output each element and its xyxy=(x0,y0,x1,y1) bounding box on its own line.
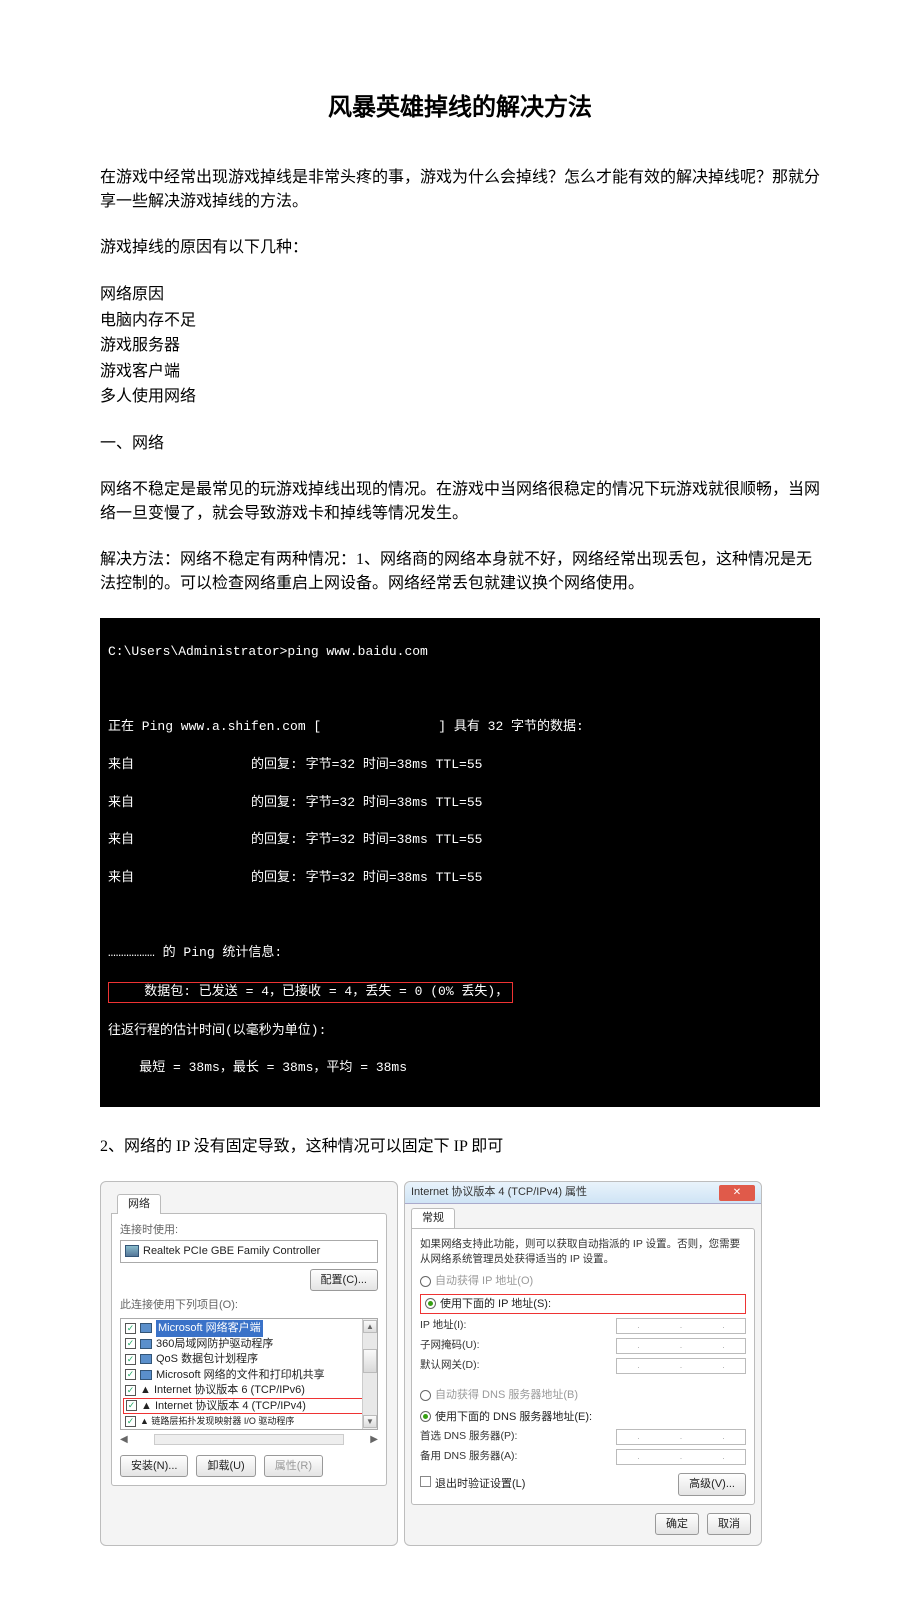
checkbox-icon[interactable]: ✓ xyxy=(125,1338,136,1349)
configure-button[interactable]: 配置(C)... xyxy=(310,1269,378,1292)
reason-item: 多人使用网络 xyxy=(100,384,820,410)
adapter-field: Realtek PCIe GBE Family Controller xyxy=(120,1240,378,1263)
list-item[interactable]: ✓▲ Internet 协议版本 6 (TCP/IPv6) xyxy=(125,1383,373,1399)
dialog-title: Internet 协议版本 4 (TCP/IPv4) 属性 xyxy=(411,1184,587,1201)
checkbox-icon[interactable]: ✓ xyxy=(125,1385,136,1396)
component-icon xyxy=(140,1354,152,1364)
reasons-list: 网络原因 电脑内存不足 游戏服务器 游戏客户端 多人使用网络 xyxy=(100,282,820,410)
install-button[interactable]: 安装(N)... xyxy=(120,1455,188,1478)
reason-item: 游戏客户端 xyxy=(100,359,820,385)
section-1-p1: 网络不稳定是最常见的玩游戏掉线出现的情况。在游戏中当网络很稳定的情况下玩游戏就很… xyxy=(100,478,820,526)
ip-address-input[interactable]: ... xyxy=(616,1318,746,1334)
dns2-label: 备用 DNS 服务器(A): xyxy=(420,1449,517,1465)
scroll-down-icon[interactable]: ▼ xyxy=(363,1415,377,1428)
scrollbar[interactable]: ▲ ▼ xyxy=(362,1319,377,1429)
tab-network[interactable]: 网络 xyxy=(117,1194,161,1214)
cmd-output: 来自 的回复: 字节=32 时间=38ms TTL=55 xyxy=(108,869,812,888)
cmd-output: 来自 的回复: 字节=32 时间=38ms TTL=55 xyxy=(108,794,812,813)
list-item[interactable]: ✓Microsoft 网络客户端 xyxy=(125,1321,373,1337)
radio-use-dns[interactable]: 使用下面的 DNS 服务器地址(E): xyxy=(420,1409,746,1426)
cmd-output: 正在 Ping www.a.shifen.com [ ] 具有 32 字节的数据… xyxy=(108,718,812,737)
page-title: 风暴英雄掉线的解决方法 xyxy=(100,90,820,126)
component-icon xyxy=(140,1339,152,1349)
properties-button[interactable]: 属性(R) xyxy=(264,1455,323,1478)
cmd-stats-header: ……………… 的 Ping 统计信息: xyxy=(108,944,812,963)
reason-item: 电脑内存不足 xyxy=(100,308,820,334)
radio-use-ip-highlighted[interactable]: 使用下面的 IP 地址(S): xyxy=(420,1294,746,1315)
checkbox-icon[interactable]: ✓ xyxy=(126,1400,137,1411)
radio-auto-dns[interactable]: 自动获得 DNS 服务器地址(B) xyxy=(420,1379,746,1404)
intro-paragraph: 在游戏中经常出现游戏掉线是非常头疼的事，游戏为什么会掉线？怎么才能有效的解决掉线… xyxy=(100,166,820,214)
cmd-rtt: 最短 = 38ms，最长 = 38ms，平均 = 38ms xyxy=(108,1059,812,1078)
radio-icon[interactable] xyxy=(420,1390,431,1401)
list-item[interactable]: ✓Microsoft 网络的文件和打印机共享 xyxy=(125,1367,373,1383)
components-listbox[interactable]: ✓Microsoft 网络客户端 ✓360局域网防护驱动程序 ✓QoS 数据包计… xyxy=(120,1318,378,1430)
scroll-left-icon[interactable]: ◀ xyxy=(120,1432,128,1447)
list-item[interactable]: ✓360局域网防护驱动程序 xyxy=(125,1336,373,1352)
component-icon xyxy=(140,1370,152,1380)
cmd-rtt: 往返行程的估计时间(以毫秒为单位): xyxy=(108,1022,812,1041)
subnet-label: 子网掩码(U): xyxy=(420,1338,480,1354)
dns1-input[interactable]: ... xyxy=(616,1429,746,1445)
reasons-label: 游戏掉线的原因有以下几种： xyxy=(100,236,820,260)
close-button[interactable]: ✕ xyxy=(719,1185,755,1201)
dns1-label: 首选 DNS 服务器(P): xyxy=(420,1429,517,1445)
gateway-label: 默认网关(D): xyxy=(420,1358,480,1374)
scroll-up-icon[interactable]: ▲ xyxy=(363,1320,377,1333)
checkbox-icon[interactable]: ✓ xyxy=(125,1369,136,1380)
cancel-button[interactable]: 取消 xyxy=(707,1513,751,1536)
adapter-name: Realtek PCIe GBE Family Controller xyxy=(143,1243,320,1260)
subnet-input[interactable]: ... xyxy=(616,1338,746,1354)
radio-auto-ip[interactable]: 自动获得 IP 地址(O) xyxy=(420,1273,746,1290)
validate-checkbox[interactable]: 退出时验证设置(L) xyxy=(420,1476,525,1493)
dns2-input[interactable]: ... xyxy=(616,1449,746,1465)
dialog-description: 如果网络支持此功能，则可以获取自动指派的 IP 设置。否则，您需要从网络系统管理… xyxy=(420,1237,746,1269)
checkbox-icon[interactable]: ✓ xyxy=(125,1323,136,1334)
list-item[interactable]: ✓▲ 链路层拓扑发现映射器 I/O 驱动程序 xyxy=(125,1414,373,1430)
items-label: 此连接使用下列项目(O): xyxy=(120,1297,378,1314)
reason-item: 网络原因 xyxy=(100,282,820,308)
section-1-p3: 2、网络的 IP 没有固定导致，这种情况可以固定下 IP 即可 xyxy=(100,1135,820,1159)
reason-item: 游戏服务器 xyxy=(100,333,820,359)
list-item[interactable]: ✓QoS 数据包计划程序 xyxy=(125,1352,373,1368)
network-properties-dialog: 网络 连接时使用: Realtek PCIe GBE Family Contro… xyxy=(100,1181,398,1546)
cmd-terminal: C:\Users\Administrator>ping www.baidu.co… xyxy=(100,618,820,1107)
cmd-prompt: C:\Users\Administrator>ping www.baidu.co… xyxy=(108,643,812,662)
ip-address-label: IP 地址(I): xyxy=(420,1318,466,1334)
connect-using-label: 连接时使用: xyxy=(120,1222,378,1239)
radio-icon[interactable] xyxy=(420,1276,431,1287)
list-item-highlighted[interactable]: ✓▲ Internet 协议版本 4 (TCP/IPv4) xyxy=(123,1398,375,1414)
checkbox-icon[interactable]: ✓ xyxy=(125,1354,136,1365)
radio-icon[interactable] xyxy=(420,1411,431,1422)
tab-general[interactable]: 常规 xyxy=(411,1208,455,1228)
ipv4-properties-dialog: Internet 协议版本 4 (TCP/IPv4) 属性 ✕ 常规 如果网络支… xyxy=(404,1181,762,1546)
section-1-p2: 解决方法：网络不稳定有两种情况：1、网络商的网络本身就不好，网络经常出现丢包，这… xyxy=(100,548,820,596)
ok-button[interactable]: 确定 xyxy=(655,1513,699,1536)
advanced-button[interactable]: 高级(V)... xyxy=(678,1473,746,1496)
cmd-output: 来自 的回复: 字节=32 时间=38ms TTL=55 xyxy=(108,831,812,850)
cmd-highlight: 数据包: 已发送 = 4，已接收 = 4，丢失 = 0 (0% 丢失)， xyxy=(108,982,513,1003)
radio-icon[interactable] xyxy=(425,1298,436,1309)
scroll-right-icon[interactable]: ▶ xyxy=(370,1432,378,1447)
gateway-input[interactable]: ... xyxy=(616,1358,746,1374)
cmd-output: 来自 的回复: 字节=32 时间=38ms TTL=55 xyxy=(108,756,812,775)
uninstall-button[interactable]: 卸载(U) xyxy=(196,1455,255,1478)
section-1-heading: 一、网络 xyxy=(100,432,820,456)
component-icon xyxy=(140,1323,152,1333)
nic-icon xyxy=(125,1245,139,1257)
checkbox-icon[interactable]: ✓ xyxy=(125,1416,136,1427)
